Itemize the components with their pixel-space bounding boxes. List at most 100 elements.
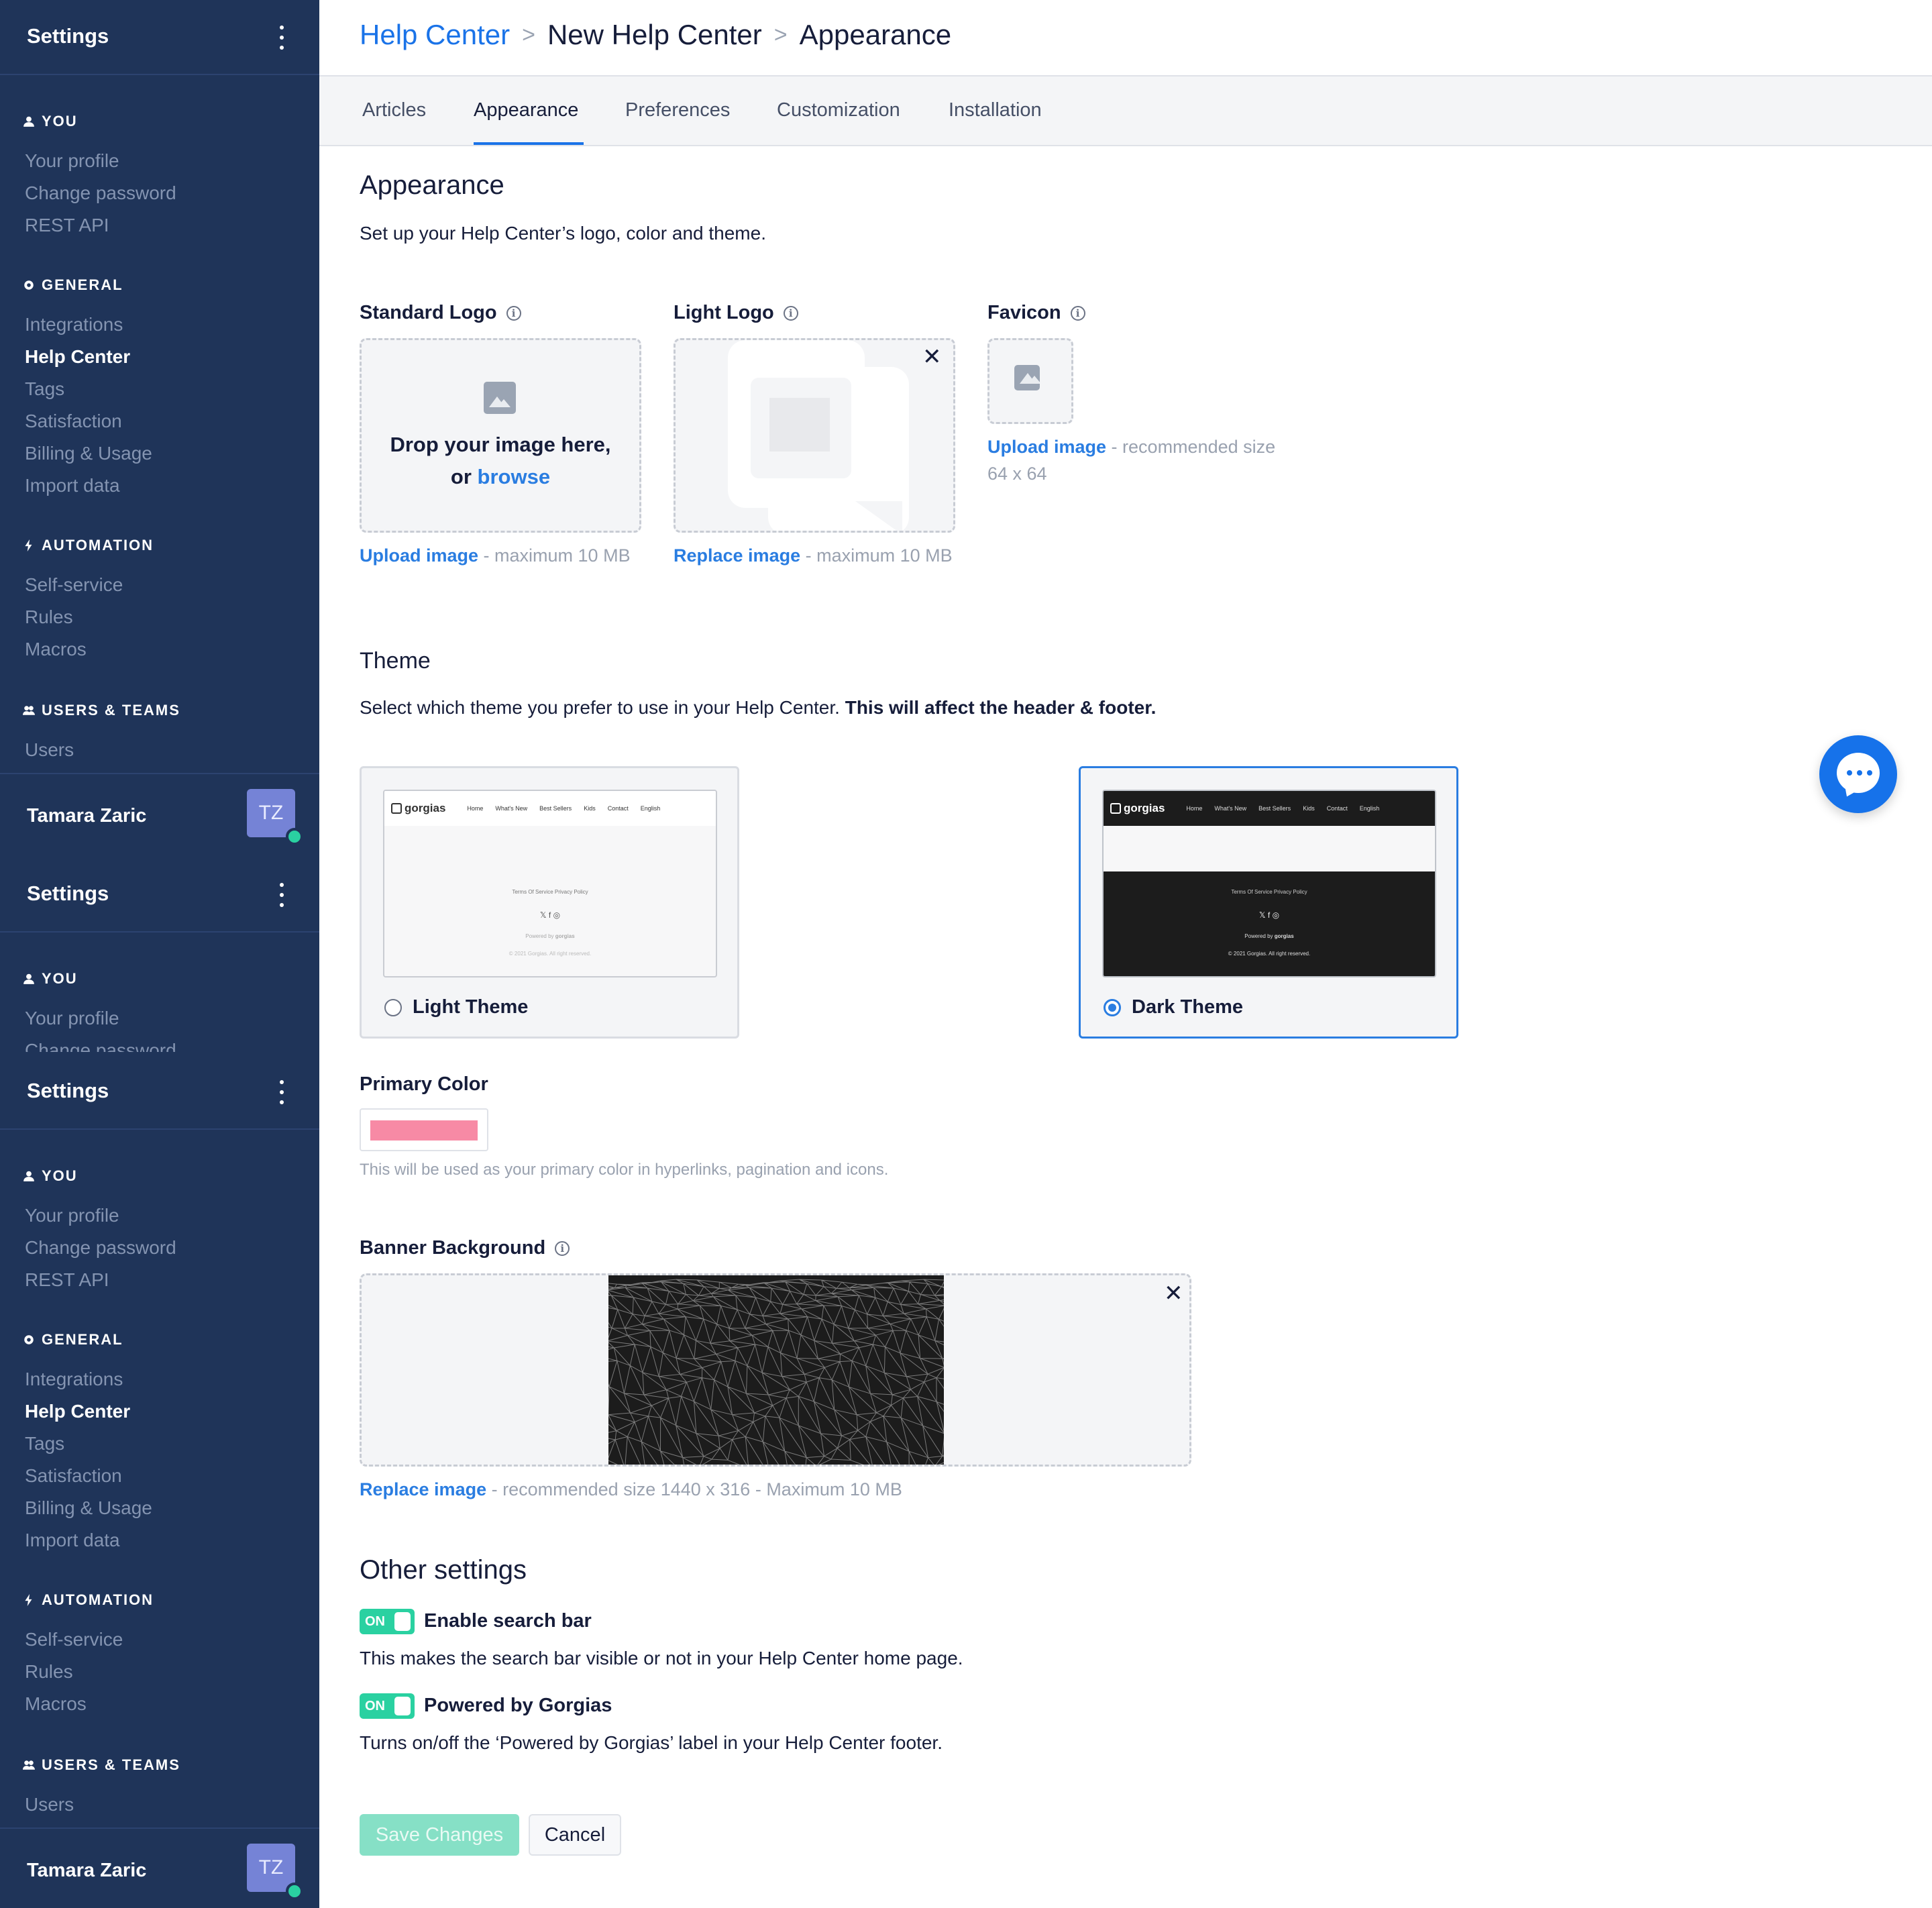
upload-favicon-link[interactable]: Upload image: [987, 437, 1106, 457]
favicon-label: Favicon i: [987, 302, 1085, 324]
replace-image-link[interactable]: Replace image: [674, 545, 800, 566]
preview-logo: gorgias: [391, 802, 445, 815]
sidebar-item-change-password[interactable]: Change password: [25, 182, 176, 204]
sidebar-item-users[interactable]: Users: [25, 739, 74, 761]
preview-header: gorgias Home What's New Best Sellers Kid…: [384, 791, 716, 826]
dark-theme-preview: gorgias Home What's New Best Sellers Kid…: [1102, 790, 1436, 977]
cancel-button[interactable]: Cancel: [529, 1814, 621, 1856]
chat-launcher-button[interactable]: [1819, 735, 1897, 813]
standard-logo-dropzone[interactable]: Drop your image here, or browse: [360, 338, 641, 533]
active-tab-indicator: [474, 142, 584, 145]
powered-by-toggle[interactable]: ON: [360, 1693, 415, 1719]
tab-customization[interactable]: Customization: [777, 99, 900, 121]
sidebar-item-billing[interactable]: Billing & Usage: [25, 443, 152, 464]
save-changes-button[interactable]: Save Changes: [360, 1814, 519, 1856]
sidebar-item-integrations[interactable]: Integrations: [25, 1369, 123, 1390]
tab-bar: Articles Appearance Preferences Customiz…: [319, 75, 1932, 146]
bolt-icon: [25, 1594, 32, 1606]
sidebar-panel: Settings YOU Your profile Change passwor…: [0, 0, 319, 856]
info-icon[interactable]: i: [1070, 305, 1085, 321]
section-general: GENERAL: [23, 1331, 123, 1348]
image-placeholder-icon: [484, 382, 516, 414]
dark-theme-card[interactable]: gorgias Home What's New Best Sellers Kid…: [1079, 766, 1458, 1039]
sidebar-header: Settings: [0, 857, 319, 933]
info-icon[interactable]: i: [555, 1240, 570, 1256]
sidebar-item-change-password[interactable]: Change password: [25, 1040, 176, 1052]
tab-preferences[interactable]: Preferences: [625, 99, 730, 121]
favicon-hint: Upload image - recommended size 64 x 64: [987, 437, 1276, 484]
more-options-icon[interactable]: [276, 25, 287, 50]
sidebar-item-self-service[interactable]: Self-service: [25, 574, 123, 596]
sidebar-item-change-password[interactable]: Change password: [25, 1237, 176, 1259]
sidebar-item-help-center[interactable]: Help Center: [25, 346, 130, 368]
browse-link[interactable]: browse: [478, 465, 551, 488]
dark-theme-radio[interactable]: [1104, 998, 1121, 1016]
sidebar-item-billing[interactable]: Billing & Usage: [25, 1497, 152, 1519]
sidebar: Settings YOU Your profile Change passwor…: [0, 0, 319, 1908]
user-name: Tamara Zaric: [27, 805, 147, 827]
replace-banner-link[interactable]: Replace image: [360, 1479, 486, 1499]
sidebar-item-your-profile[interactable]: Your profile: [25, 150, 119, 172]
sidebar-item-help-center[interactable]: Help Center: [25, 1401, 130, 1422]
primary-color-picker[interactable]: [360, 1108, 488, 1151]
search-bar-toggle[interactable]: ON: [360, 1609, 415, 1634]
primary-color-swatch: [370, 1120, 478, 1141]
preview-header: gorgias Home What's New Best Sellers Kid…: [1104, 791, 1435, 826]
sidebar-title: Settings: [27, 24, 109, 48]
light-logo-image: [728, 340, 909, 531]
banner-image: [608, 1275, 944, 1465]
sidebar-item-rules[interactable]: Rules: [25, 606, 73, 628]
favicon-dropzone[interactable]: [987, 338, 1073, 424]
more-options-icon[interactable]: [276, 1080, 287, 1104]
tab-articles[interactable]: Articles: [362, 99, 426, 121]
light-theme-radio[interactable]: [384, 998, 402, 1016]
chat-bubble-icon: [1837, 753, 1880, 793]
tab-installation[interactable]: Installation: [949, 99, 1042, 121]
sidebar-title: Settings: [27, 882, 109, 905]
standard-logo-label: Standard Logo i: [360, 302, 521, 324]
remove-banner-icon[interactable]: ✕: [1164, 1282, 1183, 1305]
breadcrumb-help-center[interactable]: Help Center: [360, 19, 510, 51]
sidebar-item-your-profile[interactable]: Your profile: [25, 1205, 119, 1226]
primary-color-label: Primary Color: [360, 1073, 488, 1095]
light-logo-label: Light Logo i: [674, 302, 798, 324]
sidebar-item-rest-api[interactable]: REST API: [25, 1269, 109, 1291]
sidebar-user[interactable]: Tamara Zaric TZ: [0, 773, 319, 852]
sidebar-item-tags[interactable]: Tags: [25, 1433, 64, 1454]
sidebar-item-macros[interactable]: Macros: [25, 1693, 87, 1715]
sidebar-item-integrations[interactable]: Integrations: [25, 314, 123, 335]
sidebar-item-satisfaction[interactable]: Satisfaction: [25, 411, 122, 432]
online-status-dot: [286, 1883, 303, 1900]
dark-theme-option[interactable]: Dark Theme: [1104, 996, 1243, 1018]
info-icon[interactable]: i: [783, 305, 798, 321]
banner-dropzone[interactable]: ✕: [360, 1273, 1191, 1467]
sidebar-item-import-data[interactable]: Import data: [25, 475, 120, 496]
more-options-icon[interactable]: [276, 883, 287, 907]
tab-appearance[interactable]: Appearance: [474, 99, 578, 121]
light-theme-option[interactable]: Light Theme: [384, 996, 528, 1018]
search-bar-label: Enable search bar: [424, 1610, 592, 1632]
sidebar-item-rules[interactable]: Rules: [25, 1661, 73, 1683]
sidebar-title: Settings: [27, 1079, 109, 1102]
sidebar-item-users[interactable]: Users: [25, 1794, 74, 1815]
section-you: YOU: [23, 1167, 78, 1185]
breadcrumb-current: Appearance: [799, 19, 952, 50]
sidebar-item-satisfaction[interactable]: Satisfaction: [25, 1465, 122, 1487]
remove-light-logo-icon[interactable]: ✕: [922, 346, 942, 368]
section-automation: AUTOMATION: [23, 537, 154, 554]
sidebar-item-import-data[interactable]: Import data: [25, 1530, 120, 1551]
sidebar-item-tags[interactable]: Tags: [25, 378, 64, 400]
theme-description: Select which theme you prefer to use in …: [360, 697, 1157, 718]
sidebar-item-your-profile[interactable]: Your profile: [25, 1008, 119, 1029]
sidebar-item-rest-api[interactable]: REST API: [25, 215, 109, 236]
upload-image-link[interactable]: Upload image: [360, 545, 478, 566]
sidebar-item-macros[interactable]: Macros: [25, 639, 87, 660]
light-theme-preview: gorgias Home What's New Best Sellers Kid…: [383, 790, 717, 977]
sidebar-item-self-service[interactable]: Self-service: [25, 1629, 123, 1650]
sidebar-user[interactable]: Tamara Zaric TZ: [0, 1827, 319, 1907]
light-logo-hint: Replace image - maximum 10 MB: [674, 545, 953, 566]
light-theme-card[interactable]: gorgias Home What's New Best Sellers Kid…: [360, 766, 739, 1039]
info-icon[interactable]: i: [506, 305, 521, 321]
breadcrumb-separator: >: [522, 21, 535, 48]
light-logo-dropzone[interactable]: ✕: [674, 338, 955, 533]
